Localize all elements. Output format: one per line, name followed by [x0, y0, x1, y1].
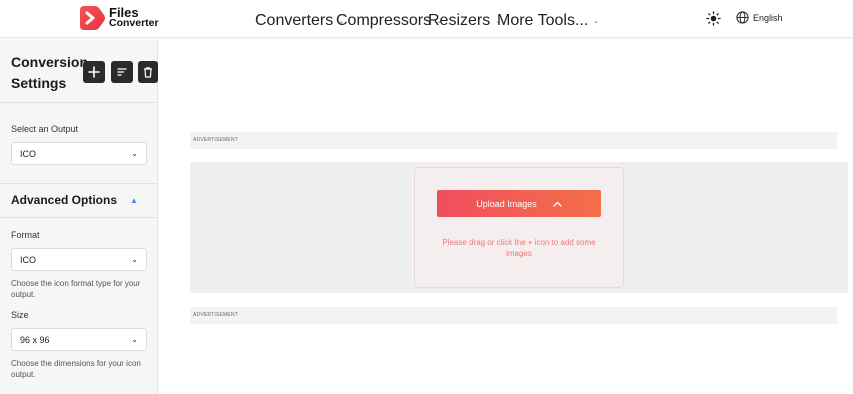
- upload-images-button[interactable]: Upload Images: [437, 190, 601, 217]
- nav-label: Converters: [255, 12, 334, 29]
- add-button[interactable]: [83, 61, 105, 83]
- nav-resizers[interactable]: Resizers ⌄: [428, 12, 501, 30]
- size-label: Size: [11, 310, 29, 320]
- advanced-options-title: Advanced Options: [11, 193, 118, 207]
- advertisement-banner-top: ADVERTISEMENT: [190, 132, 837, 149]
- chevron-down-icon: ⌄: [131, 149, 138, 158]
- divider: [0, 217, 158, 218]
- nav-more-tools[interactable]: More Tools... ⌄: [497, 12, 599, 30]
- nav-label: Compressors: [336, 12, 432, 29]
- chevron-down-icon: ⌄: [131, 335, 138, 344]
- format-label: Format: [11, 230, 40, 240]
- sun-icon[interactable]: [706, 11, 721, 26]
- advertisement-banner-bottom: ADVERTISEMENT: [190, 307, 837, 324]
- format-help-text: Choose the icon format type for your out…: [11, 279, 141, 299]
- nav-label: More Tools...: [497, 12, 589, 29]
- output-select[interactable]: ICO ⌄: [11, 142, 147, 165]
- divider: [0, 102, 158, 103]
- nav-converters[interactable]: Converters ⌄: [255, 12, 344, 30]
- sort-button[interactable]: [111, 61, 133, 83]
- brand-logo[interactable]: Files Converter: [78, 4, 168, 34]
- format-select-value: ICO: [20, 254, 37, 265]
- size-select[interactable]: 96 x 96 ⌄: [11, 328, 147, 351]
- language-selector[interactable]: English: [736, 11, 783, 24]
- chevron-up-icon: [553, 201, 562, 207]
- trash-icon: [144, 67, 152, 78]
- nav-compressors[interactable]: Compressors ⌄: [336, 12, 442, 30]
- top-header: Files Converter Converters ⌄ Compressors…: [0, 0, 853, 38]
- language-label: English: [753, 12, 783, 23]
- output-select-value: ICO: [20, 148, 37, 159]
- sort-icon: [117, 68, 127, 76]
- divider: [0, 183, 158, 184]
- size-select-value: 96 x 96: [20, 334, 50, 345]
- conversion-settings-sidebar: Conversion Settings Select an Output ICO…: [0, 40, 158, 394]
- upload-button-label: Upload Images: [476, 198, 537, 209]
- plus-icon: [88, 66, 100, 78]
- size-help-text: Choose the dimensions for your icon outp…: [11, 359, 141, 379]
- chevron-down-icon: ⌄: [593, 18, 600, 25]
- chevron-down-icon: ⌄: [131, 255, 138, 264]
- delete-button[interactable]: [138, 61, 158, 83]
- logo-icon: [80, 6, 105, 30]
- drop-hint-text: Please drag or click the + icon to add s…: [442, 238, 596, 258]
- globe-icon: [736, 11, 749, 24]
- brand-name-line2: Converter: [109, 17, 159, 29]
- collapse-triangle-icon[interactable]: ▲: [130, 196, 138, 205]
- nav-label: Resizers: [428, 12, 491, 29]
- format-select[interactable]: ICO ⌄: [11, 248, 147, 271]
- output-label: Select an Output: [11, 124, 79, 134]
- sidebar-title: Conversion Settings: [11, 54, 89, 91]
- drop-zone[interactable]: [414, 167, 624, 288]
